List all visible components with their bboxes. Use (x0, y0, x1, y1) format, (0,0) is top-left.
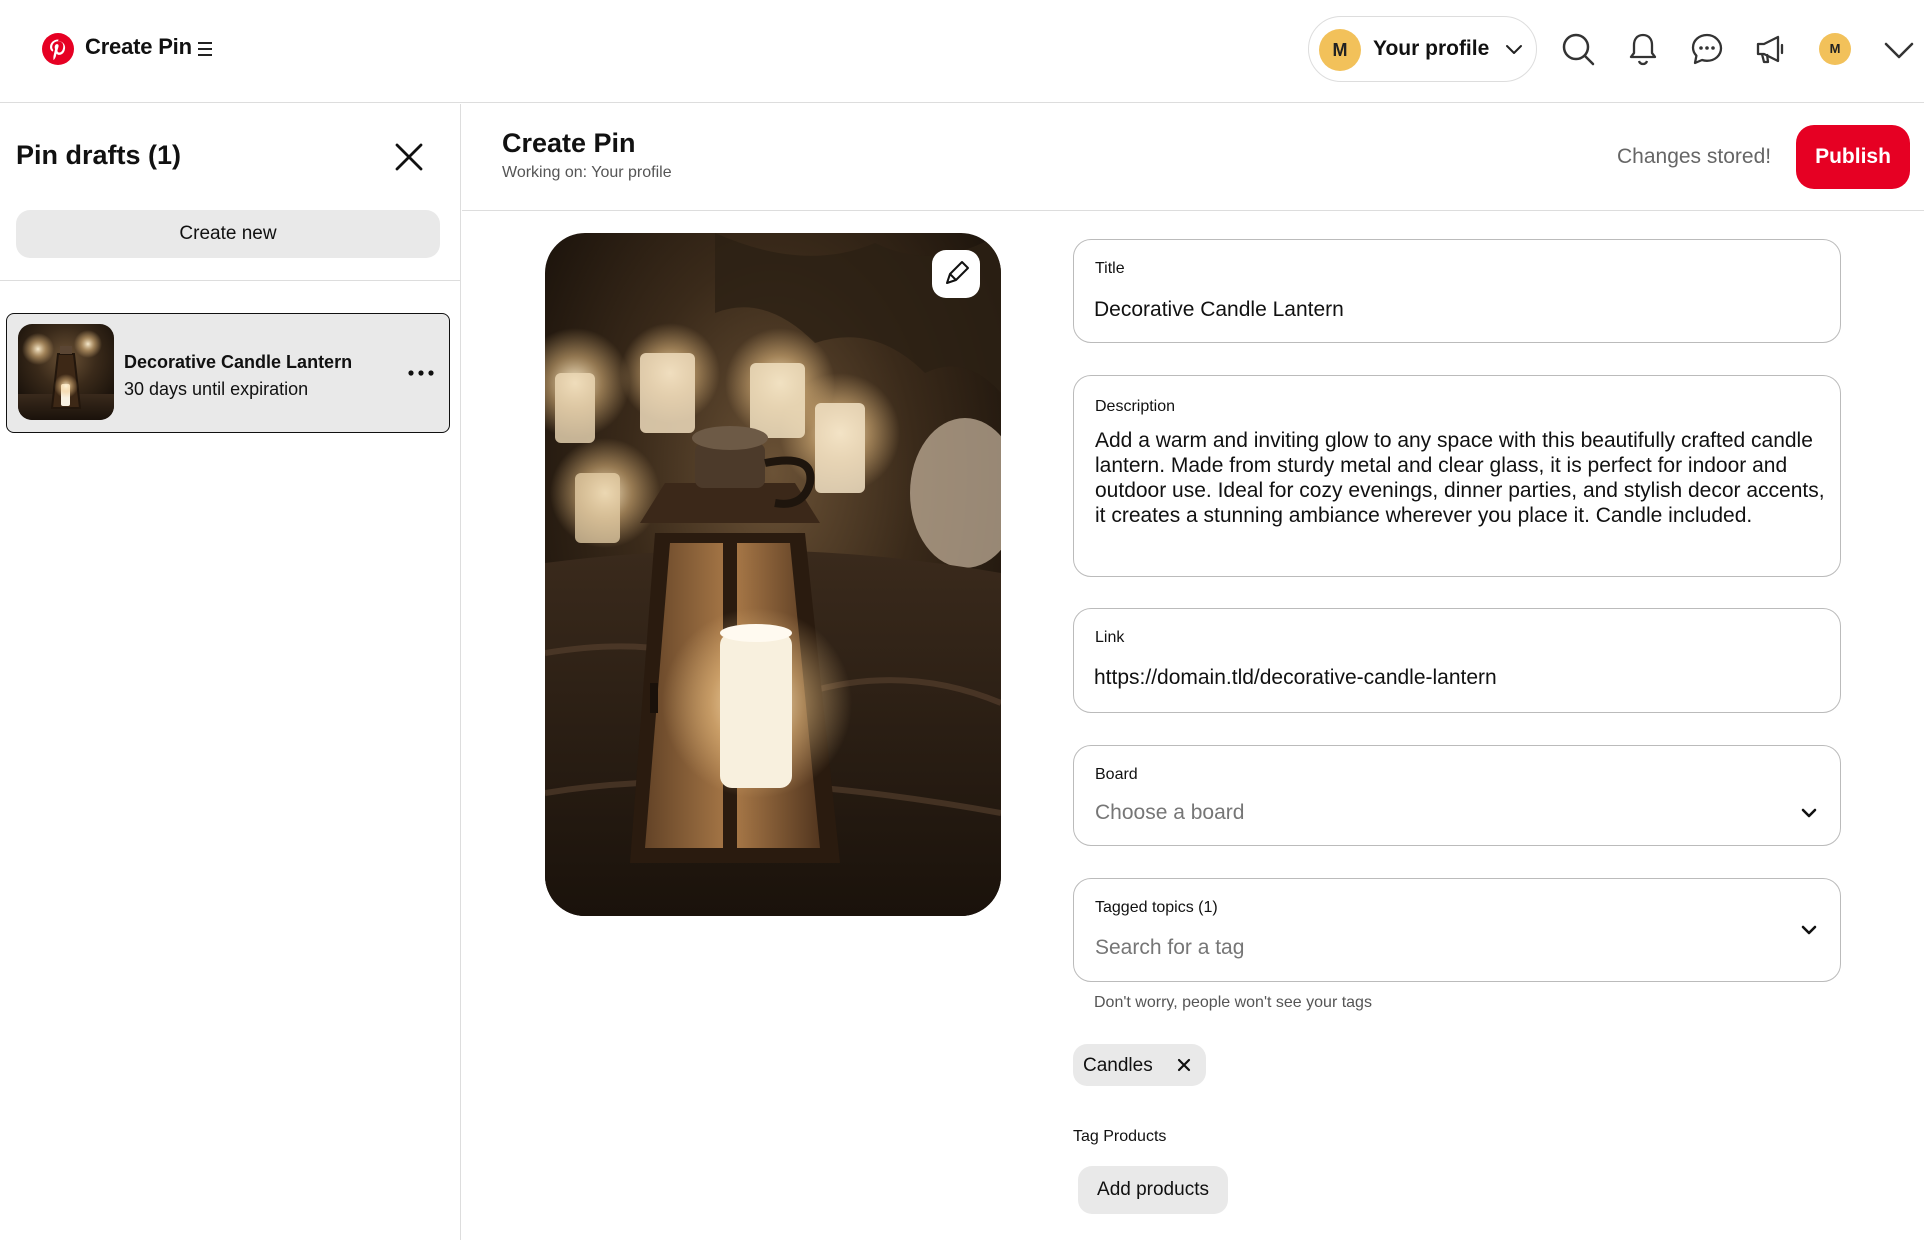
description-label: Description (1095, 398, 1176, 415)
link-label: Link (1095, 629, 1125, 646)
draft-list-item[interactable]: Decorative Candle Lantern 30 days until … (6, 313, 450, 433)
board-label: Board (1095, 766, 1138, 783)
tag-search-input[interactable]: Search for a tag (1095, 936, 1244, 960)
chevron-down-icon (1801, 808, 1817, 818)
tag-products-label: Tag Products (1073, 1128, 1167, 1145)
tagged-topics-label: Tagged topics (1) (1095, 899, 1218, 916)
tag-chip: Candles (1073, 1044, 1206, 1086)
chevron-down-icon[interactable] (1798, 919, 1820, 941)
draft-expiration: 30 days until expiration (124, 379, 309, 399)
messages-icon[interactable] (1688, 30, 1726, 68)
tags-helper-text: Don't worry, people won't see your tags (1094, 994, 1372, 1011)
profile-switcher-label: Your profile (1373, 37, 1490, 60)
notifications-bell-icon[interactable] (1624, 30, 1662, 68)
close-icon[interactable] (392, 140, 426, 174)
chevron-down-icon (1506, 45, 1522, 54)
publish-button[interactable]: Publish (1796, 125, 1910, 189)
pinterest-logo-icon[interactable] (41, 32, 75, 66)
board-placeholder: Choose a board (1095, 801, 1245, 824)
board-dropdown[interactable]: Board Choose a board (1073, 745, 1841, 846)
create-new-button[interactable]: Create new (16, 210, 440, 258)
title-label: Title (1095, 260, 1125, 277)
page-title: Create Pin (502, 128, 636, 158)
top-navigation-bar: Create Pin M Your profile M (0, 0, 1924, 103)
add-products-button[interactable]: Add products (1078, 1166, 1228, 1214)
pin-drafts-title: Pin drafts (1) (16, 140, 182, 170)
editor-header: Create Pin Working on: Your profile Chan… (462, 104, 1924, 211)
title-input[interactable]: Decorative Candle Lantern (1094, 298, 1344, 322)
description-field[interactable]: Description Add a warm and inviting glow… (1073, 375, 1841, 577)
megaphone-updates-icon[interactable] (1752, 30, 1790, 68)
tag-chip-label: Candles (1083, 1055, 1153, 1076)
description-textarea[interactable]: Add a warm and inviting glow to any spac… (1095, 428, 1825, 528)
pin-drafts-sidebar: Pin drafts (1) Create new Decorative Can… (0, 104, 461, 1240)
working-on-label: Working on: Your profile (502, 164, 672, 181)
pin-image (545, 233, 1001, 916)
hamburger-menu-icon[interactable] (198, 38, 216, 60)
tagged-topics-field[interactable]: Tagged topics (1) Search for a tag (1073, 878, 1841, 982)
draft-title: Decorative Candle Lantern (124, 352, 353, 372)
avatar: M (1319, 29, 1361, 71)
search-icon[interactable] (1559, 30, 1597, 68)
profile-switcher-button[interactable]: M Your profile (1308, 16, 1537, 82)
account-chevron-down-icon[interactable] (1883, 35, 1915, 65)
divider (0, 280, 461, 281)
app-title: Create Pin (85, 34, 192, 59)
save-status: Changes stored! (1617, 145, 1772, 168)
draft-thumbnail (18, 324, 114, 420)
link-input[interactable]: https://domain.tld/decorative-candle-lan… (1094, 666, 1497, 690)
more-options-icon[interactable] (407, 368, 435, 378)
edit-image-button[interactable] (932, 250, 980, 298)
account-avatar[interactable]: M (1819, 33, 1851, 65)
remove-tag-icon[interactable] (1177, 1058, 1191, 1072)
title-field[interactable]: Title Decorative Candle Lantern (1073, 239, 1841, 343)
pencil-icon (946, 261, 969, 284)
link-field[interactable]: Link https://domain.tld/decorative-candl… (1073, 608, 1841, 713)
